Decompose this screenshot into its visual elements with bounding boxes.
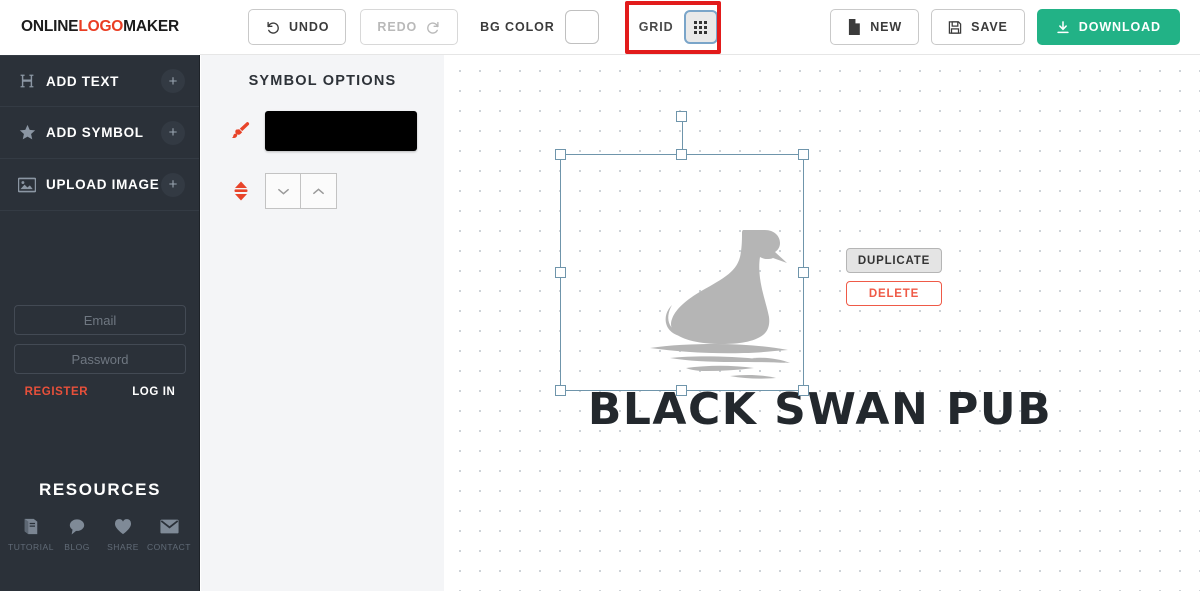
document-icon (847, 19, 861, 35)
password-field[interactable] (14, 344, 186, 374)
symbol-options-panel: SYMBOL OPTIONS (201, 55, 444, 591)
grid-label: GRID (638, 20, 674, 34)
sidebar-item-label: UPLOAD IMAGE (46, 177, 160, 192)
resource-label: BLOG (64, 542, 90, 552)
top-toolbar: ONLINE LOGO MAKER UNDO REDO BG COLOR GRI… (0, 0, 1200, 55)
new-button[interactable]: NEW (830, 9, 920, 45)
sidebar-item-add-text[interactable]: ADD TEXT + (0, 55, 199, 107)
symbol-size-row (201, 173, 444, 209)
plus-icon[interactable]: + (161, 120, 185, 145)
element-context-menu: DUPLICATE DELETE (846, 248, 942, 306)
resize-handle-n[interactable] (676, 149, 687, 160)
envelope-icon (159, 516, 179, 536)
grid-icon (694, 20, 708, 34)
toolbar-right-group: NEW SAVE DOWNLOAD (830, 9, 1180, 45)
selection-bounding-box[interactable] (555, 111, 809, 396)
sidebar-item-label: ADD SYMBOL (46, 125, 144, 140)
resize-handle-nw[interactable] (555, 149, 566, 160)
save-button[interactable]: SAVE (931, 9, 1025, 45)
logo-text[interactable]: BLACK SWAN PUB (490, 384, 1150, 435)
resources-row: TUTORIAL BLOG SHARE CONTACT (0, 516, 200, 552)
resource-label: SHARE (107, 542, 139, 552)
left-sidebar: ADD TEXT + ADD SYMBOL + UPLOAD IMAGE + E… (0, 55, 200, 591)
auth-links: REGISTER LOG IN (14, 386, 186, 398)
resource-item-share[interactable]: SHARE (100, 516, 146, 552)
resize-handle-w[interactable] (555, 266, 566, 278)
new-label: NEW (870, 20, 903, 34)
size-decrease-button[interactable] (265, 173, 301, 209)
symbol-color-row (201, 111, 444, 151)
redo-label: REDO (377, 20, 418, 34)
undo-button[interactable]: UNDO (248, 9, 347, 45)
resources-title: RESOURCES (38, 480, 162, 499)
redo-icon (426, 20, 441, 35)
resize-handle-e[interactable] (798, 266, 809, 278)
email-field[interactable] (14, 305, 186, 335)
star-icon (14, 124, 40, 141)
plus-icon[interactable]: + (161, 172, 185, 197)
brand-logo[interactable]: ONLINE LOGO MAKER (0, 0, 200, 55)
brand-part-maker: MAKER (123, 18, 180, 35)
download-icon (1056, 20, 1070, 35)
resource-label: CONTACT (147, 542, 191, 552)
toolbar-left-group: UNDO REDO BG COLOR GRID (248, 0, 721, 55)
brand-part-logo: LOGO (78, 18, 124, 35)
speech-bubble-icon (68, 516, 86, 536)
save-label: SAVE (971, 20, 1008, 34)
bg-color-group: BG COLOR (480, 10, 599, 44)
rotate-handle[interactable] (676, 111, 687, 122)
resource-item-contact[interactable]: CONTACT (146, 516, 192, 552)
delete-button[interactable]: DELETE (846, 281, 942, 306)
resize-handle-sw[interactable] (555, 385, 566, 396)
resize-handle-ne[interactable] (798, 149, 809, 160)
size-increase-button[interactable] (301, 173, 337, 209)
resource-label: TUTORIAL (8, 542, 54, 552)
register-link[interactable]: REGISTER (25, 386, 89, 398)
up-down-arrow-icon (217, 181, 265, 201)
grid-toggle-button[interactable] (683, 10, 718, 44)
image-icon (14, 177, 40, 193)
grid-control-wrapper: GRID (624, 1, 721, 54)
paintbrush-icon (217, 120, 265, 142)
bg-color-label: BG COLOR (480, 20, 555, 34)
resource-item-blog[interactable]: BLOG (54, 516, 100, 552)
brand-part-online: ONLINE (20, 18, 79, 35)
duplicate-button[interactable]: DUPLICATE (846, 248, 942, 273)
logo-maker-app: ONLINE LOGO MAKER UNDO REDO BG COLOR GRI… (0, 0, 1200, 591)
symbol-color-swatch[interactable] (265, 111, 417, 151)
resource-item-tutorial[interactable]: TUTORIAL (8, 516, 54, 552)
login-link[interactable]: LOG IN (132, 386, 175, 398)
logo-canvas[interactable]: BLACK SWAN PUB DUPLICATE DELETE (444, 55, 1200, 591)
resize-handle-s[interactable] (676, 385, 687, 396)
symbol-options-title: SYMBOL OPTIONS (248, 73, 397, 89)
resources-section: RESOURCES TUTORIAL BLOG SHARE CONTACT (0, 480, 200, 552)
book-icon (22, 516, 40, 536)
download-button[interactable]: DOWNLOAD (1036, 9, 1180, 45)
sidebar-item-upload-image[interactable]: UPLOAD IMAGE + (0, 159, 199, 211)
auth-form: REGISTER LOG IN (0, 305, 200, 398)
grid-group: GRID (639, 10, 718, 44)
bg-color-swatch[interactable] (564, 10, 599, 44)
undo-icon (265, 20, 280, 35)
redo-button[interactable]: REDO (360, 9, 459, 45)
text-h-icon (14, 73, 40, 89)
plus-icon[interactable]: + (161, 69, 185, 93)
symbol-size-stepper (265, 173, 337, 209)
undo-label: UNDO (289, 20, 330, 34)
heart-icon (114, 516, 132, 536)
sidebar-item-add-symbol[interactable]: ADD SYMBOL + (0, 107, 199, 159)
floppy-disk-icon (948, 20, 962, 35)
resize-handle-se[interactable] (798, 385, 809, 396)
download-label: DOWNLOAD (1078, 20, 1161, 34)
sidebar-item-label: ADD TEXT (46, 73, 120, 89)
